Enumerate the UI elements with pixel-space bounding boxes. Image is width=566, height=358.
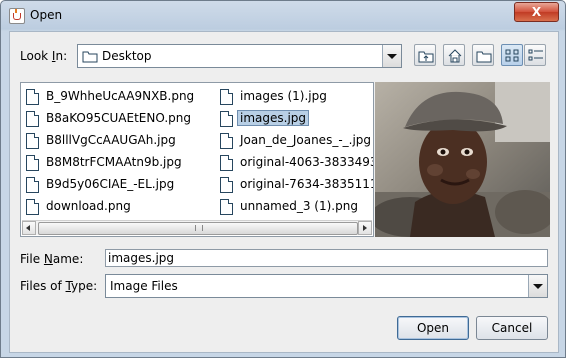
new-folder-icon [476, 51, 492, 63]
folder-icon [82, 51, 98, 63]
look-in-label: Look In: [20, 49, 68, 63]
list-view-button[interactable] [501, 44, 523, 66]
file-name-field[interactable] [105, 249, 548, 267]
grip-icon [195, 225, 203, 231]
scroll-right-button[interactable] [358, 221, 372, 235]
up-one-level-button[interactable] [414, 44, 436, 66]
file-icon [26, 199, 39, 215]
window-title: Open [30, 8, 63, 22]
file-icon [26, 155, 39, 171]
arrow-left-icon [26, 225, 30, 231]
new-folder-button[interactable] [472, 44, 494, 66]
list-view-icon [505, 49, 519, 62]
file-list[interactable]: B_9WhheUcAA9NXB.png B8aKO95CUAEtENO.png … [20, 82, 374, 237]
file-type-dropdown-button[interactable] [528, 275, 547, 297]
file-name-input[interactable] [106, 250, 547, 266]
file-icon [220, 177, 233, 193]
file-icon [220, 133, 233, 149]
scrollbar-thumb[interactable] [38, 222, 358, 235]
java-cup-icon [9, 8, 25, 24]
scroll-left-button[interactable] [22, 221, 36, 235]
file-type-value: Image Files [110, 279, 178, 293]
preview-photo [375, 82, 550, 237]
file-icon [26, 177, 39, 193]
look-in-dropdown-button[interactable] [382, 45, 401, 67]
chevron-down-icon [387, 54, 397, 59]
title-bar[interactable]: Open X [1, 1, 565, 31]
file-icon [220, 155, 233, 171]
file-type-label: Files of Type: [20, 279, 98, 293]
file-icon [220, 89, 233, 105]
file-icon [26, 111, 39, 127]
file-icon [26, 133, 39, 149]
close-button[interactable]: X [514, 2, 559, 22]
home-icon [448, 49, 462, 63]
chevron-down-icon [533, 284, 543, 289]
details-view-button[interactable] [524, 44, 546, 66]
open-button[interactable]: Open [397, 316, 469, 340]
look-in-combo[interactable]: Desktop [77, 44, 402, 68]
file-icon [220, 111, 233, 127]
file-type-combo[interactable]: Image Files [105, 274, 548, 298]
cancel-button[interactable]: Cancel [476, 316, 548, 340]
folder-up-icon [418, 51, 434, 63]
look-in-value: Desktop [102, 49, 152, 63]
home-button[interactable] [443, 44, 465, 66]
file-icon [26, 89, 39, 105]
details-view-icon [528, 49, 543, 61]
arrow-right-icon [363, 225, 367, 231]
image-preview [375, 82, 550, 237]
open-dialog-window: Open X Look In: Desktop B_9WhheUcAA9NXB.… [0, 0, 566, 358]
horizontal-scrollbar[interactable] [22, 220, 372, 235]
file-name-label: File Name: [20, 252, 84, 266]
dialog-content: Look In: Desktop B_9WhheUcAA9NXB.png B8a [9, 31, 559, 353]
file-icon [220, 199, 233, 215]
